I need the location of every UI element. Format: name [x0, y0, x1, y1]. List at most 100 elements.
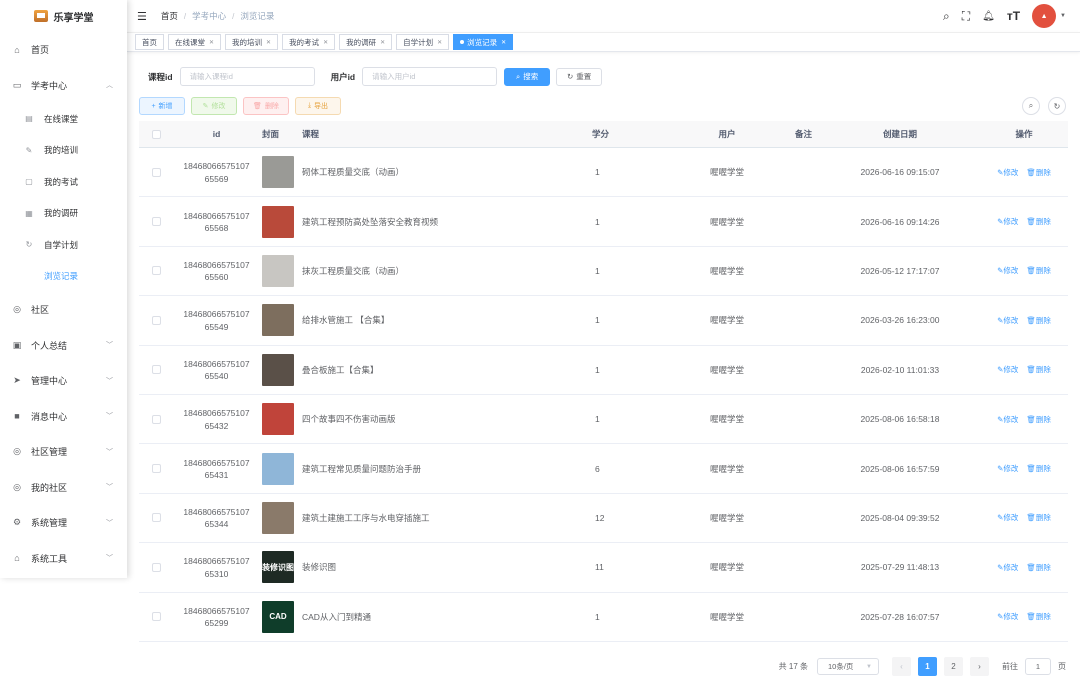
sidebar-subitem[interactable]: ▤ 在线课堂: [0, 103, 127, 135]
bell-icon[interactable]: 🔔︎: [982, 11, 995, 22]
row-delete-button[interactable]: 🗑︎删除: [1026, 563, 1051, 572]
id-part-1: 18468066575107: [183, 408, 250, 419]
row-edit-button[interactable]: ✎修改: [997, 612, 1018, 621]
row-edit-button[interactable]: ✎修改: [997, 168, 1018, 177]
row-checkbox[interactable]: [152, 167, 161, 177]
tag-item[interactable]: 我的培训 ✕: [225, 34, 279, 50]
row-edit-button[interactable]: ✎修改: [997, 563, 1018, 572]
sidebar-item[interactable]: ▣ 个人总结 ﹀: [0, 328, 127, 364]
tag-item[interactable]: 我的考试 ✕: [282, 34, 336, 50]
tag-item[interactable]: 在线课堂 ✕: [168, 34, 222, 50]
sidebar-subitem[interactable]: ▦ 我的调研: [0, 198, 127, 230]
search-button[interactable]: ⌕ 搜索: [504, 67, 551, 86]
dashboard-icon: ⌂: [14, 44, 20, 55]
page-button[interactable]: 2: [944, 657, 963, 676]
date-cell: 2025-07-28 16:07:57: [860, 611, 940, 622]
toggle-search-icon[interactable]: ⌕: [1022, 97, 1040, 115]
hamburger-icon[interactable]: ☰: [137, 10, 147, 23]
chevron-down-icon[interactable]: ▼: [1060, 13, 1066, 19]
course-id-input[interactable]: 请输入课程id: [179, 67, 315, 86]
sidebar-subitem[interactable]: ↻ 自学计划: [0, 229, 127, 261]
row-edit-button[interactable]: ✎修改: [997, 513, 1018, 522]
breadcrumb-home[interactable]: 首页: [161, 10, 178, 22]
download-icon: ⤓: [307, 102, 312, 109]
sidebar-item[interactable]: ➤ 管理中心 ﹀: [0, 363, 127, 399]
search-icon[interactable]: ⌕: [943, 9, 950, 24]
row-checkbox[interactable]: [152, 365, 161, 375]
delete-button-label: 删除: [264, 103, 279, 110]
sidebar-subitem-label: 浏览记录: [44, 271, 79, 282]
close-icon[interactable]: ✕: [209, 39, 214, 46]
tag-item[interactable]: 首页: [135, 34, 164, 50]
sidebar-item[interactable]: ◎ 社区管理 ﹀: [0, 434, 127, 470]
reset-button[interactable]: ↻ 重置: [556, 67, 603, 86]
edit-button[interactable]: ✎ 修改: [191, 97, 237, 115]
fullscreen-icon[interactable]: ⛶: [962, 9, 970, 24]
row-edit-button[interactable]: ✎修改: [997, 316, 1018, 325]
row-select-cell: [139, 464, 174, 474]
sidebar-item[interactable]: ◎ 社区: [0, 292, 127, 328]
row-checkbox[interactable]: [152, 612, 161, 622]
row-checkbox[interactable]: [152, 513, 161, 523]
add-button[interactable]: + 新增: [139, 97, 185, 115]
credit-cell: 1: [595, 414, 600, 425]
row-checkbox[interactable]: [152, 464, 161, 474]
close-icon[interactable]: ✕: [323, 39, 328, 46]
close-icon[interactable]: ✕: [380, 39, 385, 46]
logo[interactable]: 乐享学堂: [0, 0, 127, 32]
avatar[interactable]: ▲: [1032, 4, 1057, 28]
trash-icon: 🗑︎: [1026, 315, 1036, 325]
row-delete-button[interactable]: 🗑︎删除: [1026, 217, 1051, 226]
close-icon[interactable]: ✕: [437, 39, 442, 46]
tag-item[interactable]: 自学计划 ✕: [396, 34, 450, 50]
refresh-icon: ↻: [25, 240, 33, 250]
next-page-button[interactable]: ›: [970, 657, 989, 676]
close-icon[interactable]: ✕: [266, 39, 271, 46]
row-delete-button[interactable]: 🗑︎删除: [1026, 266, 1051, 275]
sidebar-subitem[interactable]: ▢ 我的考试: [0, 166, 127, 198]
delete-button[interactable]: 🗑︎ 删除: [243, 97, 289, 115]
table-row: 18468066575107 65549 给排水管施工 【合集】 1 喔喔学堂 2026-…: [139, 296, 1068, 346]
close-icon[interactable]: ✕: [501, 39, 506, 46]
sidebar-subitem[interactable]: 浏览记录: [0, 261, 127, 293]
prev-page-button[interactable]: ‹: [892, 657, 911, 676]
tag-item[interactable]: 浏览记录 ✕: [453, 34, 514, 50]
user-id-input[interactable]: 请输入用户id: [362, 67, 498, 86]
refresh-icon[interactable]: ↻: [1048, 97, 1066, 115]
sidebar-item[interactable]: ■ 消息中心 ﹀: [0, 399, 127, 435]
font-size-icon[interactable]: тT: [1007, 9, 1020, 23]
row-checkbox[interactable]: [152, 315, 161, 325]
trash-icon: 🗑︎: [1026, 414, 1036, 424]
page-size-select[interactable]: 10条/页 ▼: [817, 658, 879, 675]
sidebar-item[interactable]: ⚙ 系统管理 ﹀: [0, 505, 127, 541]
row-edit-button[interactable]: ✎修改: [997, 415, 1018, 424]
goto-page-input[interactable]: 1: [1025, 658, 1051, 675]
sidebar-item[interactable]: ⌂ 系统工具 ﹀: [0, 541, 127, 577]
sidebar-item[interactable]: ⌂ 首页: [0, 32, 127, 68]
row-delete-button[interactable]: 🗑︎删除: [1026, 168, 1051, 177]
row-edit-button[interactable]: ✎修改: [997, 217, 1018, 226]
row-delete-button[interactable]: 🗑︎删除: [1026, 464, 1051, 473]
row-checkbox[interactable]: [152, 217, 161, 227]
select-all-checkbox[interactable]: [152, 129, 161, 139]
globe-icon: ◎: [13, 304, 21, 315]
row-checkbox[interactable]: [152, 562, 161, 572]
row-delete-button[interactable]: 🗑︎删除: [1026, 612, 1051, 621]
sidebar-item-label: 系统工具: [31, 553, 68, 564]
row-delete-button[interactable]: 🗑︎删除: [1026, 365, 1051, 374]
row-edit-button[interactable]: ✎修改: [997, 266, 1018, 275]
sidebar-subitem-label: 我的培训: [44, 145, 79, 156]
row-delete-button[interactable]: 🗑︎删除: [1026, 316, 1051, 325]
page-button[interactable]: 1: [918, 657, 937, 676]
sidebar-item[interactable]: ▭ 学考中心 ︿: [0, 68, 127, 104]
row-checkbox[interactable]: [152, 414, 161, 424]
tag-item[interactable]: 我的调研 ✕: [339, 34, 393, 50]
sidebar-item[interactable]: ◎ 我的社区 ﹀: [0, 470, 127, 506]
row-delete-button[interactable]: 🗑︎删除: [1026, 415, 1051, 424]
sidebar-subitem[interactable]: ✎ 我的培训: [0, 135, 127, 167]
row-edit-button[interactable]: ✎修改: [997, 365, 1018, 374]
row-edit-button[interactable]: ✎修改: [997, 464, 1018, 473]
row-delete-button[interactable]: 🗑︎删除: [1026, 513, 1051, 522]
export-button[interactable]: ⤓ 导出: [295, 97, 341, 115]
row-checkbox[interactable]: [152, 266, 161, 276]
